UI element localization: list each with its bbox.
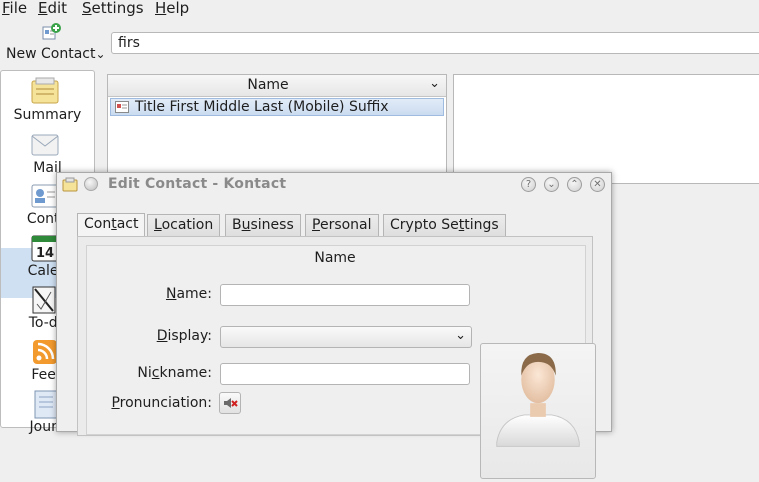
toolbar: New Contact⌄ <box>0 20 759 68</box>
menu-settings[interactable]: Settings <box>82 0 144 17</box>
tab-crypto-settings[interactable]: Crypto Settings <box>383 214 506 236</box>
chevron-down-icon[interactable]: ⌄ <box>429 76 440 91</box>
svg-text:14: 14 <box>36 246 54 261</box>
photo-button[interactable] <box>480 343 596 479</box>
person-placeholder-icon <box>496 353 580 447</box>
close-button[interactable]: ✕ <box>590 177 605 192</box>
menu-bar: File Edit Settings Help <box>0 0 759 20</box>
contact-tab-panel: Name Name: Display: ⌄ Nickname: Pronunci… <box>77 236 596 479</box>
contact-list: Name ⌄ Title First Middle Last (Mobile) … <box>107 74 447 184</box>
display-label: Display: <box>156 328 212 344</box>
pin-button[interactable] <box>84 177 98 191</box>
summary-icon <box>31 77 59 104</box>
contact-detail-view <box>453 74 759 184</box>
new-contact-button[interactable]: New Contact⌄ <box>0 20 106 68</box>
speaker-muted-icon <box>224 398 238 408</box>
tab-location[interactable]: Location <box>147 214 221 236</box>
edit-contact-dialog: Edit Contact - Kontact ? ⌄ ⌃ ✕ Contact L… <box>56 172 612 479</box>
help-button[interactable]: ? <box>521 177 536 192</box>
menu-edit[interactable]: Edit <box>38 0 67 17</box>
nickname-field[interactable] <box>220 363 470 385</box>
list-item[interactable]: Title First Middle Last (Mobile) Suffix <box>110 98 444 116</box>
dropdown-arrow-icon[interactable]: ⌄ <box>95 47 105 61</box>
dialog-titlebar[interactable]: Edit Contact - Kontact ? ⌄ ⌃ ✕ <box>57 173 611 197</box>
menu-file[interactable]: File <box>2 0 27 17</box>
new-contact-label: New Contact⌄ <box>6 46 106 62</box>
display-select[interactable]: ⌄ <box>220 326 472 348</box>
chevron-down-icon: ⌄ <box>455 328 466 343</box>
minimize-button[interactable]: ⌄ <box>544 177 559 192</box>
tab-contact[interactable]: Contact <box>77 213 146 237</box>
search-input[interactable] <box>111 32 759 54</box>
contact-new-icon <box>42 23 61 40</box>
sidebar-item-summary[interactable]: Summary <box>1 71 94 127</box>
name-label: Name: <box>165 286 212 302</box>
maximize-button[interactable]: ⌃ <box>567 177 582 192</box>
mail-icon <box>31 134 59 156</box>
pronunciation-button[interactable] <box>219 392 241 414</box>
name-section-title: Name <box>314 250 356 266</box>
vcard-icon <box>115 101 129 113</box>
pronunciation-label: Pronunciation: <box>111 395 212 411</box>
column-header-name[interactable]: Name ⌄ <box>108 75 446 97</box>
name-field[interactable] <box>220 284 470 306</box>
tab-business[interactable]: Business <box>225 214 301 236</box>
tab-personal[interactable]: Personal <box>305 214 379 236</box>
nickname-label: Nickname: <box>137 365 212 381</box>
menu-help[interactable]: Help <box>155 0 189 17</box>
kontact-app-icon <box>62 177 78 192</box>
dialog-title: Edit Contact - Kontact <box>108 176 287 192</box>
